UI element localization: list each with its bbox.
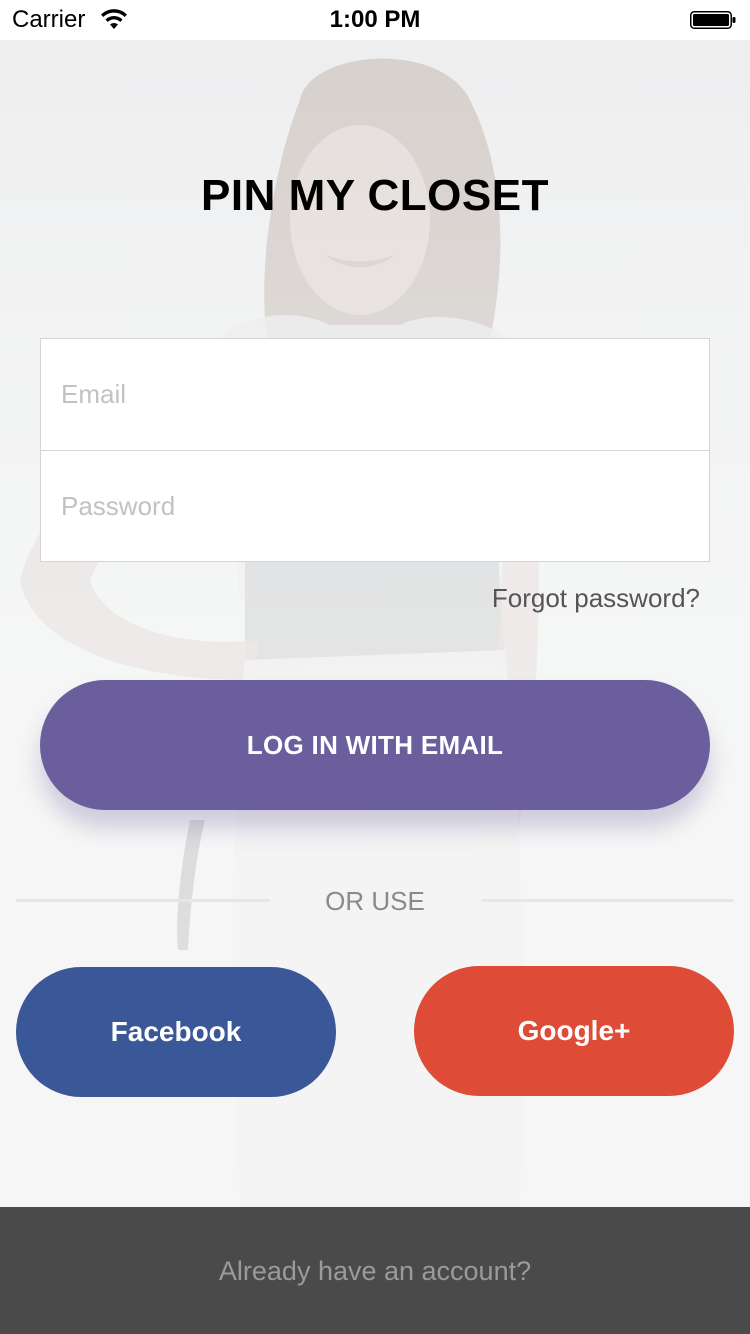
status-time: 1:00 PM xyxy=(329,6,421,33)
login-with-email-button[interactable]: LOG IN WITH EMAIL xyxy=(40,680,710,810)
password-field[interactable] xyxy=(41,451,709,562)
email-field[interactable] xyxy=(41,339,709,450)
or-divider-right xyxy=(482,899,734,902)
footer-bar: Already have an account? xyxy=(0,1207,750,1334)
forgot-password-link[interactable]: Forgot password? xyxy=(492,582,700,614)
login-form xyxy=(40,338,710,562)
app-title: PIN MY CLOSET xyxy=(201,171,549,220)
facebook-button[interactable]: Facebook xyxy=(16,967,336,1097)
already-have-account-link[interactable]: Already have an account? xyxy=(0,1255,750,1287)
battery-icon xyxy=(690,11,736,29)
google-plus-button[interactable]: Google+ xyxy=(414,966,734,1096)
status-bar: Carrier 1:00 PM xyxy=(0,0,750,40)
login-screen: PIN MY CLOSET Forgot password? LOG IN WI… xyxy=(0,0,750,1334)
